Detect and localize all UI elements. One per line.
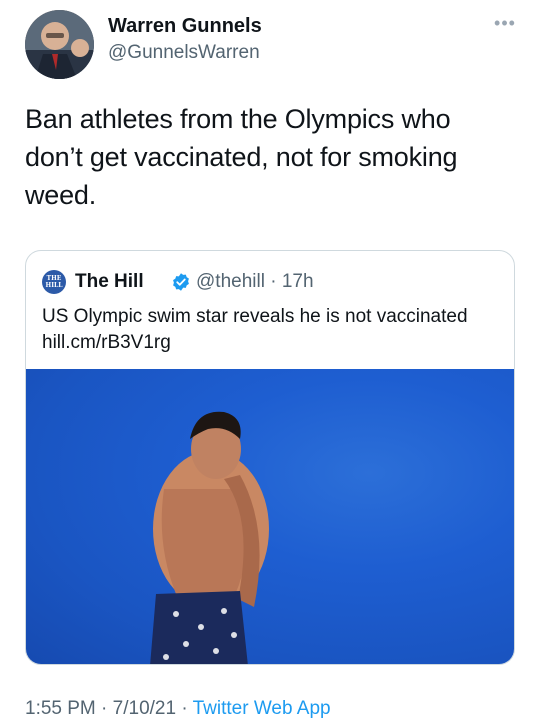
quoted-author-handle[interactable]: @thehill [196,271,265,292]
tweet-footer: 1:55 PM · 7/10/21 · Twitter Web App [25,698,331,720]
quoted-tweet-image[interactable] [26,369,514,664]
footer-separator: · [95,698,113,719]
the-hill-logo[interactable]: THE HILL [42,270,66,294]
tweet-text: Ban athletes from the Olympics who don’t… [25,104,458,210]
source-app-link[interactable]: Twitter Web App [193,698,331,719]
quoted-age[interactable]: 17h [282,271,314,292]
more-options-icon[interactable]: ••• [494,14,516,32]
author-name[interactable]: Warren Gunnels [108,15,262,38]
quoted-tweet[interactable]: THE HILL The Hill @thehill · 17h US Olym… [25,250,515,665]
quoted-tweet-text: US Olympic swim star reveals he is not v… [42,306,468,353]
tweet-date[interactable]: 7/10/21 [113,698,176,719]
footer-separator: · [176,698,193,719]
avatar-photo [25,10,94,79]
tweet-header: Warren Gunnels @GunnelsWarren ••• [25,10,520,80]
tweet-time[interactable]: 1:55 PM [25,698,96,719]
verified-badge-icon [173,273,189,291]
author-handle[interactable]: @GunnelsWarren [108,42,260,64]
author-avatar[interactable] [25,10,94,79]
swimmer-photo [150,411,269,664]
quoted-meta: @thehill · 17h [196,270,314,294]
quoted-author-name[interactable]: The Hill [75,270,144,294]
meta-separator: · [270,271,277,292]
quoted-tweet-header: THE HILL The Hill @thehill · 17h [42,270,502,294]
